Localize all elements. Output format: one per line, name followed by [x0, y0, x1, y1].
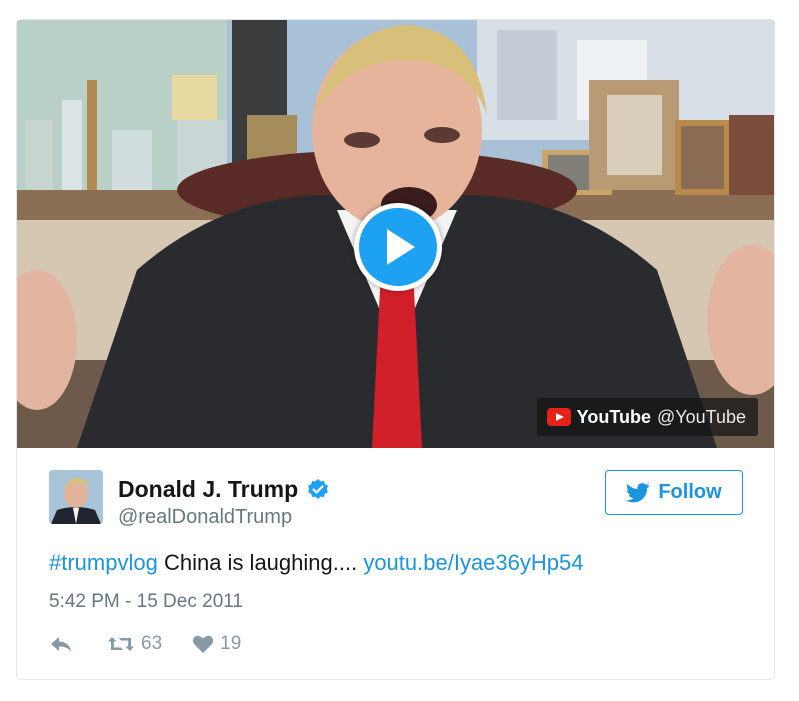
retweet-button[interactable]: 63	[107, 633, 162, 655]
follow-button-label: Follow	[658, 481, 722, 503]
play-icon	[387, 229, 415, 265]
author-name[interactable]: Donald J. Trump	[118, 476, 330, 503]
hashtag-link[interactable]: #trumpvlog	[49, 550, 158, 575]
play-button[interactable]	[354, 203, 442, 291]
heart-icon	[193, 635, 214, 653]
url-link[interactable]: youtu.be/Iyae36yHp54	[363, 550, 583, 575]
follow-button[interactable]: Follow	[605, 470, 743, 515]
avatar[interactable]	[49, 470, 103, 524]
like-button[interactable]: 19	[192, 633, 241, 655]
verified-badge-icon	[308, 478, 329, 499]
avatar-image	[49, 470, 103, 524]
tweet-header: Donald J. Trump @realDonaldTrump Follow	[49, 468, 749, 528]
retweet-count: 63	[141, 633, 163, 654]
retweet-icon	[108, 637, 134, 651]
tweet-body: China is laughing....	[157, 550, 364, 575]
provider-handle: @YouTube	[656, 406, 746, 427]
like-count: 19	[220, 633, 242, 654]
author-name-text: Donald J. Trump	[118, 476, 299, 502]
provider-name: YouTube	[576, 406, 651, 427]
tweet-actions: 63 19	[49, 630, 241, 658]
tweet-card: YouTube @YouTube Donald J. Trump @realDo…	[16, 19, 775, 680]
tweet-text: #trumpvlog China is laughing.... youtu.b…	[49, 550, 583, 576]
youtube-logo-icon	[546, 408, 571, 426]
tweet-timestamp[interactable]: 5:42 PM - 15 Dec 2011	[49, 591, 243, 613]
author-handle[interactable]: @realDonaldTrump	[118, 506, 292, 529]
reply-button[interactable]	[49, 634, 73, 654]
video-thumbnail[interactable]: YouTube @YouTube	[17, 20, 774, 448]
reply-icon	[51, 637, 71, 651]
twitter-bird-icon	[626, 482, 650, 502]
youtube-attribution[interactable]: YouTube @YouTube	[536, 398, 758, 436]
